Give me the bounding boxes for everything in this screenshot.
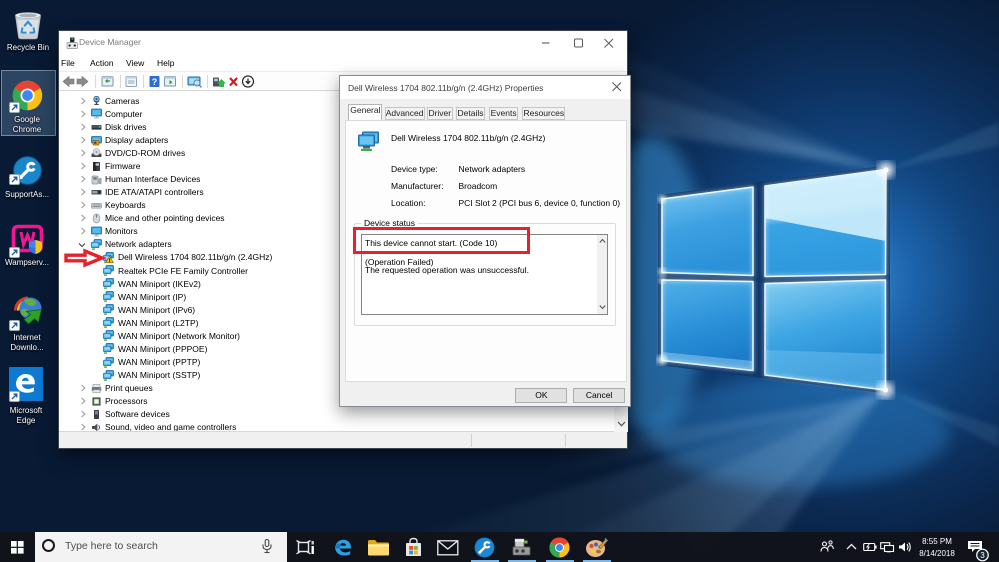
svg-text:3: 3 xyxy=(980,551,985,560)
svg-text:?: ? xyxy=(152,77,158,87)
